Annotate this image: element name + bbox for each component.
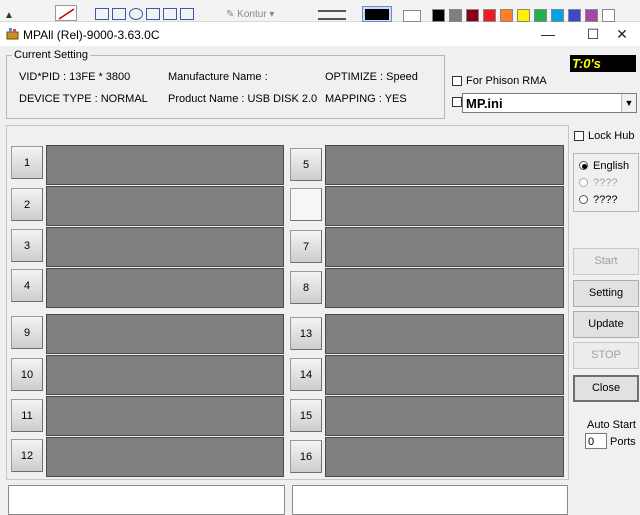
setting-button[interactable]: Setting xyxy=(573,280,639,307)
port-status-4 xyxy=(46,268,284,308)
auto-start-ports-label: Ports xyxy=(610,436,636,448)
swatch-yellow xyxy=(517,9,530,22)
port-status-9 xyxy=(46,314,284,354)
swatch-darkred xyxy=(466,9,479,22)
port-button-6[interactable] xyxy=(290,188,322,221)
port-status-13 xyxy=(325,314,564,354)
paint-pencil-icon xyxy=(55,5,77,21)
paint-color1-box xyxy=(362,6,392,22)
swatch-orange xyxy=(500,9,513,22)
auto-start-ports-input[interactable]: 0 xyxy=(585,433,607,449)
port-status-3 xyxy=(46,227,284,267)
lock-hub-checkbox[interactable] xyxy=(574,131,584,141)
port-button-15[interactable]: 15 xyxy=(290,399,322,432)
paint-tool-icon: ▲ xyxy=(4,10,14,21)
status-box-right xyxy=(292,485,568,515)
port-button-1[interactable]: 1 xyxy=(11,146,43,179)
language-radio-english[interactable] xyxy=(579,161,588,170)
port-button-8[interactable]: 8 xyxy=(290,271,322,304)
port-button-11[interactable]: 11 xyxy=(11,399,43,432)
app-icon xyxy=(6,27,19,40)
lock-hub-label: Lock Hub xyxy=(588,130,635,142)
timer-display: T:0's xyxy=(570,55,636,72)
swatch-indigo xyxy=(568,9,581,22)
port-status-11 xyxy=(46,396,284,436)
language-radio-3[interactable] xyxy=(579,195,588,204)
port-status-8 xyxy=(325,268,564,308)
port-button-4[interactable]: 4 xyxy=(11,269,43,302)
mapping-text: MAPPING : YES xyxy=(325,93,407,105)
port-button-12[interactable]: 12 xyxy=(11,439,43,472)
port-status-1 xyxy=(46,145,284,185)
port-status-16 xyxy=(325,437,564,477)
port-button-3[interactable]: 3 xyxy=(11,229,43,262)
start-button[interactable]: Start xyxy=(573,248,639,275)
swatch-red xyxy=(483,9,496,22)
swatch-green xyxy=(534,9,547,22)
language-radio-2[interactable] xyxy=(579,178,588,187)
ini-enable-checkbox[interactable] xyxy=(452,97,462,107)
port-button-9[interactable]: 9 xyxy=(11,316,43,349)
swatch-gray xyxy=(449,9,462,22)
port-button-10[interactable]: 10 xyxy=(11,358,43,391)
port-status-5 xyxy=(325,145,564,185)
port-button-14[interactable]: 14 xyxy=(290,358,322,391)
swatch-black xyxy=(432,9,445,22)
paint-color2-box xyxy=(403,10,421,22)
swatch-purple xyxy=(585,9,598,22)
device-type-text: DEVICE TYPE : NORMAL xyxy=(19,93,148,105)
minimize-button[interactable]: — xyxy=(530,22,566,46)
paint-shapes-icons xyxy=(95,8,194,20)
product-name-text: Product Name : USB DISK 2.0 xyxy=(168,93,318,105)
port-status-6 xyxy=(325,186,564,226)
port-button-5[interactable]: 5 xyxy=(290,148,322,181)
port-status-10 xyxy=(46,355,284,395)
vid-pid-text: VID*PID : 13FE * 3800 xyxy=(19,71,131,83)
for-phison-rma-label: For Phison RMA xyxy=(466,75,547,87)
swatch-white xyxy=(602,9,615,22)
port-button-7[interactable]: 7 xyxy=(290,230,322,263)
close-window-button[interactable]: ✕ xyxy=(604,22,640,46)
paint-kontur-label: ✎ Kontur ▾ xyxy=(226,9,275,20)
port-status-15 xyxy=(325,396,564,436)
ini-file-value: MP.ini xyxy=(466,96,503,111)
manufacture-name-text: Manufacture Name : xyxy=(168,71,268,83)
paint-line-size-icon xyxy=(318,10,346,20)
port-status-7 xyxy=(325,227,564,267)
chevron-down-icon[interactable]: ▼ xyxy=(621,94,636,112)
port-button-16[interactable]: 16 xyxy=(290,440,322,473)
port-status-12 xyxy=(46,437,284,477)
swatch-turquoise xyxy=(551,9,564,22)
close-button[interactable]: Close xyxy=(573,375,639,402)
update-button[interactable]: Update xyxy=(573,311,639,338)
window-title: MPAll (Rel)-9000-3.63.0C xyxy=(23,28,160,42)
language-label-3: ???? xyxy=(593,194,618,206)
stop-button[interactable]: STOP xyxy=(573,342,639,369)
port-button-2[interactable]: 2 xyxy=(11,188,43,221)
port-status-14 xyxy=(325,355,564,395)
port-button-13[interactable]: 13 xyxy=(290,317,322,350)
language-label-english: English xyxy=(593,160,630,172)
status-box-left xyxy=(8,485,285,515)
for-phison-rma-checkbox[interactable] xyxy=(452,76,462,86)
current-setting-legend: Current Setting xyxy=(12,49,90,61)
port-status-2 xyxy=(46,186,284,226)
language-label-2: ???? xyxy=(593,177,618,189)
current-setting-group xyxy=(6,55,445,119)
auto-start-label: Auto Start xyxy=(587,419,636,431)
optimize-text: OPTIMIZE : Speed xyxy=(325,71,418,83)
